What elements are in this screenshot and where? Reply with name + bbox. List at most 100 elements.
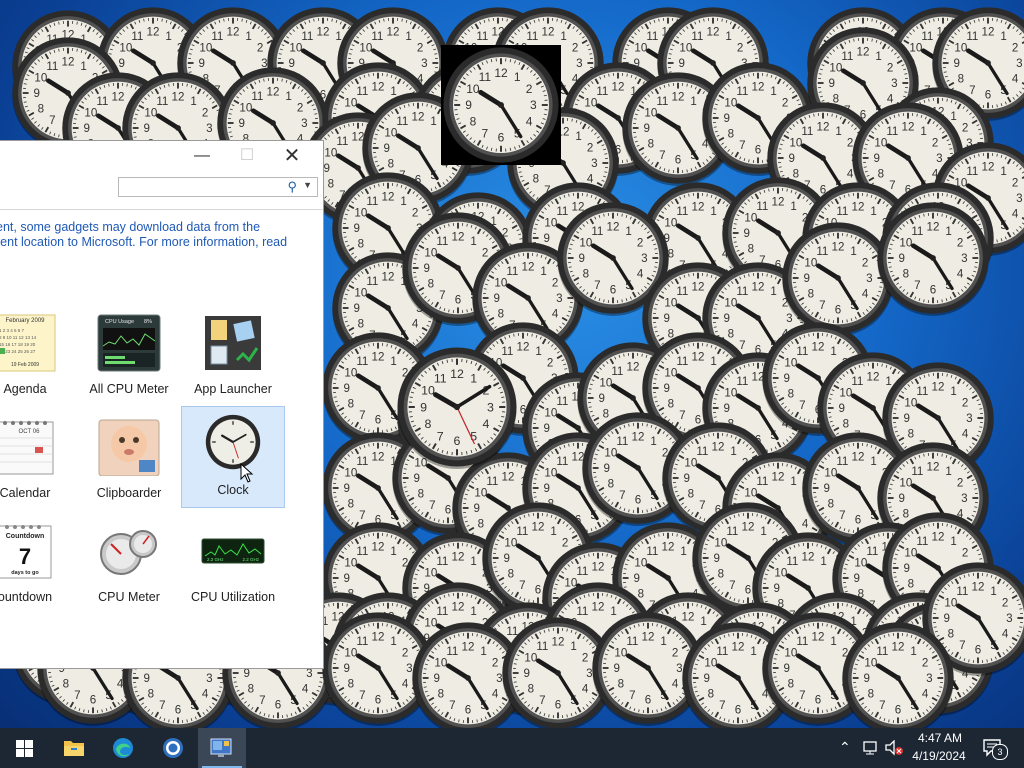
chevron-down-icon[interactable]: ▼ (303, 180, 312, 190)
taskbar-gadgets-app[interactable] (198, 728, 246, 768)
gadget-label: CPU Utilization (190, 590, 276, 604)
clock-gadget[interactable]: 121234567891011 (840, 620, 956, 728)
gadget-clock[interactable]: Clock (181, 406, 285, 508)
svg-text:10: 10 (289, 41, 302, 54)
svg-text:10: 10 (359, 41, 372, 54)
gadget-label: Calendar (0, 486, 51, 500)
volume-muted-icon[interactable] (884, 740, 904, 756)
svg-text:10: 10 (664, 366, 677, 379)
gadget-clipboarder[interactable]: Clipboarder (77, 410, 181, 512)
svg-text:12: 12 (857, 46, 870, 59)
svg-text:4: 4 (1012, 208, 1019, 221)
svg-text:7: 7 (619, 489, 625, 502)
svg-text:2: 2 (637, 236, 643, 249)
gadget-gallery-window: — ☐ ✕ ⚲ ▼ ent, some gadgets may download… (0, 140, 324, 669)
svg-text:8: 8 (843, 418, 849, 431)
svg-text:10: 10 (829, 61, 842, 74)
svg-text:10: 10 (874, 136, 887, 149)
svg-text:1: 1 (1000, 165, 1006, 178)
svg-text:1: 1 (725, 30, 731, 43)
svg-text:12: 12 (832, 241, 845, 254)
svg-text:1: 1 (710, 205, 716, 218)
start-button[interactable] (0, 728, 48, 768)
svg-text:9: 9 (783, 372, 789, 385)
countdown-icon: Countdown 7 days to go (0, 522, 57, 580)
svg-text:9: 9 (838, 402, 844, 415)
svg-text:1: 1 (625, 225, 631, 238)
taskbar-edge[interactable] (99, 728, 147, 768)
svg-text:12: 12 (632, 431, 645, 444)
minimize-button[interactable]: — (180, 143, 224, 169)
svg-text:10: 10 (664, 296, 677, 309)
gadget-cpu-utilization[interactable]: 2.2 GHz 2.2 GHz CPU Utilization (181, 514, 285, 616)
gadget-cpu-meter[interactable]: CPU Meter (77, 514, 181, 616)
svg-text:12: 12 (62, 56, 75, 69)
clock-gadget[interactable]: 121234567891011 (875, 200, 991, 316)
svg-text:11: 11 (736, 285, 748, 298)
svg-text:11: 11 (736, 85, 748, 98)
svg-text:12: 12 (227, 26, 240, 39)
svg-text:2: 2 (737, 41, 743, 54)
svg-text:2: 2 (887, 61, 893, 74)
svg-text:8: 8 (418, 488, 424, 501)
gadget-calendar[interactable]: OCT 06 Calendar (0, 410, 77, 512)
svg-text:7: 7 (429, 499, 435, 512)
svg-text:11: 11 (801, 125, 813, 138)
svg-text:4: 4 (862, 288, 869, 301)
show-hidden-icons-chevron-icon[interactable]: ⌃ (839, 739, 851, 756)
svg-text:1: 1 (190, 95, 196, 108)
svg-text:10: 10 (804, 256, 817, 269)
clock-gadget-dark-selected[interactable]: 121234567891011 (441, 45, 561, 165)
gadget-countdown[interactable]: Countdown 7 days to go ountdown (0, 514, 77, 616)
taskbar-chrome[interactable] (149, 728, 197, 768)
svg-text:6: 6 (930, 283, 936, 296)
search-gadgets-input[interactable]: ⚲ ▼ (118, 177, 318, 197)
taskbar-time[interactable]: 4:47 AM (912, 731, 968, 745)
search-icon[interactable]: ⚲ (287, 179, 297, 195)
gadget-label: App Launcher (194, 382, 272, 396)
svg-text:9: 9 (788, 152, 794, 165)
svg-text:1: 1 (650, 435, 656, 448)
svg-text:2: 2 (202, 106, 208, 119)
svg-text:9: 9 (383, 142, 389, 155)
svg-text:6: 6 (455, 293, 461, 306)
svg-text:1: 1 (245, 30, 251, 43)
calendar-icon: OCT 06 (0, 418, 57, 476)
chrome-icon (163, 738, 183, 758)
close-button[interactable]: ✕ (270, 143, 314, 169)
mouse-cursor-icon (240, 463, 254, 483)
windows-start-icon (16, 740, 33, 757)
calendar-month-text: OCT 06 (19, 429, 41, 435)
svg-text:11: 11 (851, 375, 863, 388)
svg-text:11: 11 (556, 455, 568, 468)
svg-text:11: 11 (591, 225, 603, 238)
countdown-number-text: 7 (19, 544, 31, 569)
svg-text:9: 9 (578, 252, 584, 265)
svg-text:11: 11 (371, 30, 383, 43)
gadget-app-launcher[interactable]: App Launcher (181, 306, 285, 408)
network-icon[interactable] (862, 740, 880, 756)
svg-text:9: 9 (663, 382, 669, 395)
gadgets-app-icon (210, 738, 232, 757)
svg-text:1: 1 (165, 30, 171, 43)
svg-text:8: 8 (388, 158, 394, 171)
svg-text:11: 11 (596, 85, 608, 98)
clock-icon (201, 413, 265, 471)
svg-text:11: 11 (556, 395, 568, 408)
svg-text:9: 9 (898, 252, 904, 265)
svg-text:2: 2 (417, 41, 423, 54)
svg-text:11: 11 (131, 30, 143, 43)
svg-text:9: 9 (803, 272, 809, 285)
svg-text:11: 11 (656, 95, 668, 108)
svg-text:10: 10 (239, 101, 252, 114)
gadget-all-cpu-meter[interactable]: CPU Usage 8% All CPU Meter (77, 306, 181, 408)
clock-gadget-active[interactable]: 121234567891011 (395, 345, 519, 469)
svg-text:3: 3 (866, 272, 872, 285)
taskbar-file-explorer[interactable] (50, 728, 98, 768)
action-center-button[interactable]: 3 (982, 738, 1008, 761)
taskbar-date[interactable]: 4/19/2024 (906, 749, 972, 763)
svg-text:11: 11 (841, 50, 853, 63)
svg-text:9: 9 (678, 57, 684, 70)
gadget-agenda[interactable]: February 2009 1 2 3 4 5 6 78 9 10 11 12 … (0, 306, 77, 408)
cpu-title-text: CPU Usage (105, 319, 134, 325)
